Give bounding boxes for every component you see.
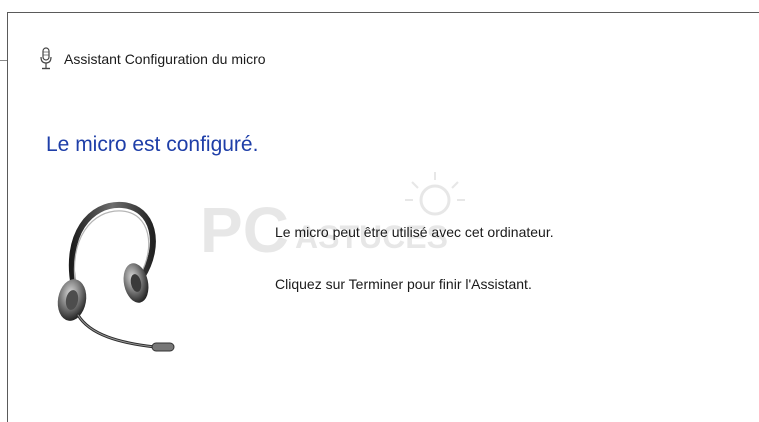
headset-icon xyxy=(57,201,175,352)
background-window-edge xyxy=(0,60,7,61)
window-title: Assistant Configuration du micro xyxy=(64,51,266,67)
page-heading: Le micro est configuré. xyxy=(46,133,259,156)
instruction-message: Cliquez sur Terminer pour finir l'Assist… xyxy=(275,276,532,292)
wizard-titlebar: Assistant Configuration du micro xyxy=(38,47,266,71)
status-message: Le micro peut être utilisé avec cet ordi… xyxy=(275,224,554,240)
microphone-icon xyxy=(40,47,52,70)
